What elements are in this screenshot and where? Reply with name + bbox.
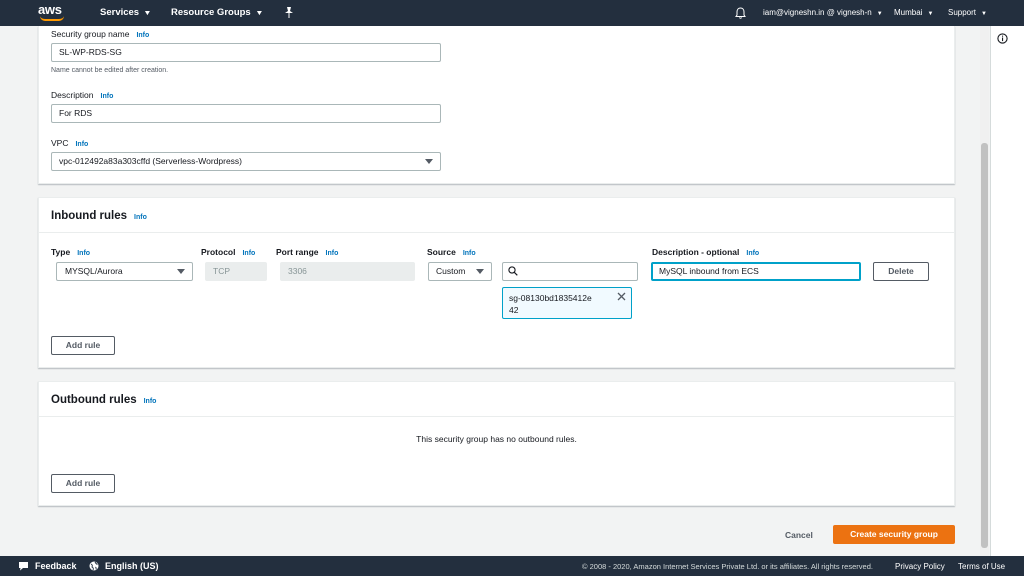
caret-down-icon — [425, 159, 433, 164]
type-column-label: Type Info — [51, 247, 90, 257]
type-column-text: Type — [51, 247, 71, 257]
chevron-down-icon: ▼ — [981, 11, 987, 17]
sg-name-label: Security group name Info — [51, 29, 149, 39]
no-outbound-rules-message: This security group has no outbound rule… — [416, 434, 577, 444]
rule-description-input[interactable]: MySQL inbound from ECS — [651, 262, 861, 281]
rule-source-value: Custom — [436, 266, 466, 276]
source-info-link[interactable]: Info — [463, 250, 476, 257]
copyright-text: © 2008 - 2020, Amazon Internet Services … — [582, 562, 873, 571]
outbound-rules-title: Outbound rules Info — [51, 394, 156, 406]
pin-icon[interactable] — [284, 7, 294, 18]
inbound-rules-title-text: Inbound rules — [51, 210, 128, 222]
source-column-label: Source Info — [427, 247, 476, 257]
feedback-link[interactable]: Feedback — [35, 561, 77, 571]
region-label: Mumbai — [894, 8, 923, 17]
inbound-rules-info-link[interactable]: Info — [134, 214, 147, 221]
language-selector[interactable]: English (US) — [105, 561, 159, 571]
info-circle-icon[interactable] — [997, 33, 1008, 44]
protocol-column-text: Protocol — [201, 247, 236, 257]
top-navigation-bar: aws Services ▼ Resource Groups ▼ iam@vigne… — [0, 0, 1024, 26]
scrollbar-thumb[interactable] — [981, 143, 988, 548]
resource-groups-label: Resource Groups — [171, 7, 251, 18]
create-security-group-button[interactable]: Create security group — [833, 525, 955, 544]
vpc-info-link[interactable]: Info — [75, 141, 88, 148]
description-column-text: Description - optional — [652, 247, 740, 257]
rule-type-select[interactable]: MYSQL/Aurora — [56, 262, 193, 281]
description-label-text: Description — [51, 90, 94, 100]
vpc-label-text: VPC — [51, 138, 69, 148]
help-panel-rail — [990, 26, 1024, 556]
source-security-group-token: sg-08130bd1835412e 42 — [502, 287, 632, 319]
close-icon[interactable] — [617, 292, 626, 301]
search-icon — [508, 266, 518, 276]
source-column-text: Source — [427, 247, 456, 257]
footer-bar: Feedback English (US) © 2008 - 2020, Ama… — [0, 556, 1024, 576]
bell-icon[interactable] — [735, 7, 746, 19]
inbound-rules-panel — [38, 197, 955, 368]
vpc-select[interactable]: vpc-012492a83a303cffd (Serverless-Wordpr… — [51, 152, 441, 171]
divider — [38, 416, 955, 417]
vpc-label: VPC Info — [51, 138, 88, 148]
region-menu[interactable]: Mumbai ▼ — [894, 8, 933, 17]
chevron-down-icon: ▼ — [143, 10, 152, 17]
port-range-column-label: Port range Info — [276, 247, 338, 257]
token-text-line2: 42 — [509, 305, 519, 315]
protocol-column-label: Protocol Info — [201, 247, 255, 257]
source-search-input[interactable] — [502, 262, 638, 281]
rule-port-range-field: 3306 — [280, 262, 415, 281]
inbound-rules-title: Inbound rules Info — [51, 210, 147, 222]
add-inbound-rule-button[interactable]: Add rule — [51, 336, 115, 355]
description-column-info-link[interactable]: Info — [746, 250, 759, 257]
caret-down-icon — [476, 269, 484, 274]
port-range-column-text: Port range — [276, 247, 319, 257]
description-column-label: Description - optional Info — [652, 247, 759, 257]
rule-source-select[interactable]: Custom — [428, 262, 492, 281]
description-input[interactable]: For RDS — [51, 104, 441, 123]
add-outbound-rule-button[interactable]: Add rule — [51, 474, 115, 493]
chevron-down-icon: ▼ — [255, 10, 264, 17]
aws-logo-text: aws — [38, 2, 62, 17]
resource-groups-menu[interactable]: Resource Groups ▼ — [171, 7, 263, 18]
aws-logo[interactable]: aws — [38, 2, 66, 22]
delete-rule-button[interactable]: Delete — [873, 262, 929, 281]
cancel-button[interactable]: Cancel — [785, 530, 813, 540]
port-range-info-link[interactable]: Info — [326, 250, 339, 257]
account-label: iam@vigneshn.in @ vignesh-n — [763, 8, 872, 17]
support-label: Support — [948, 8, 977, 17]
sg-name-input[interactable]: SL-WP-RDS-SG — [51, 43, 441, 62]
services-menu[interactable]: Services ▼ — [100, 7, 152, 18]
account-menu[interactable]: iam@vigneshn.in @ vignesh-n ▼ — [763, 8, 883, 17]
caret-down-icon — [177, 269, 185, 274]
rule-type-value: MYSQL/Aurora — [65, 266, 123, 276]
outbound-rules-title-text: Outbound rules — [51, 394, 137, 406]
vpc-select-value: vpc-012492a83a303cffd (Serverless-Wordpr… — [59, 156, 243, 166]
terms-of-use-link[interactable]: Terms of Use — [958, 562, 1005, 571]
sg-name-label-text: Security group name — [51, 29, 130, 39]
privacy-policy-link[interactable]: Privacy Policy — [895, 562, 945, 571]
services-label: Services — [100, 7, 140, 18]
description-info-link[interactable]: Info — [101, 93, 114, 100]
outbound-rules-info-link[interactable]: Info — [144, 398, 157, 405]
chevron-down-icon: ▼ — [876, 11, 883, 17]
sg-name-hint: Name cannot be edited after creation. — [51, 67, 169, 74]
chat-bubble-icon — [19, 562, 28, 571]
support-menu[interactable]: Support ▼ — [948, 8, 987, 17]
sg-name-info-link[interactable]: Info — [136, 32, 149, 39]
divider — [38, 232, 955, 233]
token-text-line1: sg-08130bd1835412e — [509, 293, 592, 303]
chevron-down-icon: ▼ — [927, 11, 934, 17]
type-info-link[interactable]: Info — [77, 250, 90, 257]
globe-icon — [89, 561, 99, 571]
description-label: Description Info — [51, 90, 113, 100]
protocol-info-link[interactable]: Info — [242, 250, 255, 257]
aws-smile-icon — [40, 16, 64, 21]
rule-protocol-field: TCP — [205, 262, 267, 281]
